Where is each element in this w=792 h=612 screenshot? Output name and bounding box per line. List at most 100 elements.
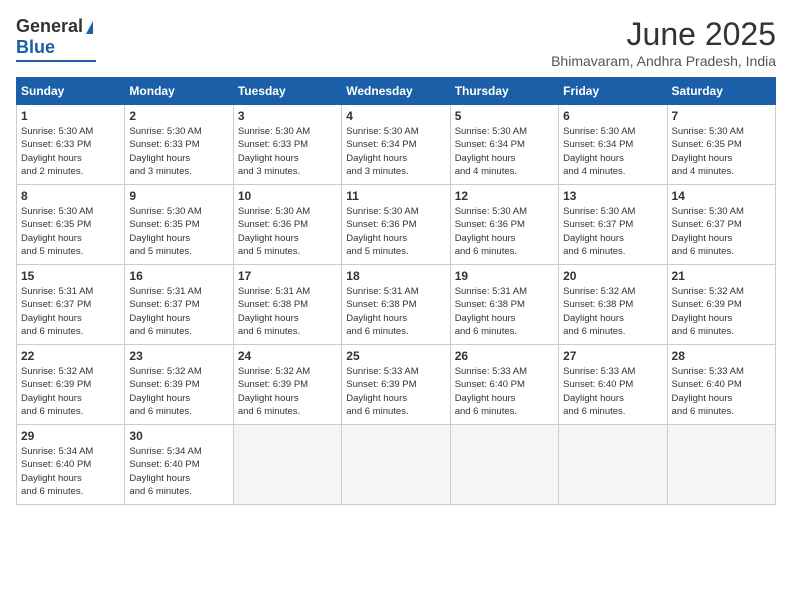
day-number: 7 xyxy=(672,109,771,123)
day-number: 30 xyxy=(129,429,228,443)
day-number: 4 xyxy=(346,109,445,123)
calendar-day-cell: 21 Sunrise: 5:32 AMSunset: 6:39 PMDayligh… xyxy=(667,265,775,345)
day-info: Sunrise: 5:34 AMSunset: 6:40 PMDaylight … xyxy=(129,445,228,498)
calendar-week-row: 22 Sunrise: 5:32 AMSunset: 6:39 PMDayligh… xyxy=(17,345,776,425)
day-number: 16 xyxy=(129,269,228,283)
day-info: Sunrise: 5:33 AMSunset: 6:40 PMDaylight … xyxy=(672,365,771,418)
location-subtitle: Bhimavaram, Andhra Pradesh, India xyxy=(551,53,776,69)
calendar-week-row: 1 Sunrise: 5:30 AMSunset: 6:33 PMDaylight… xyxy=(17,105,776,185)
calendar-day-cell: 4 Sunrise: 5:30 AMSunset: 6:34 PMDaylight… xyxy=(342,105,450,185)
calendar-day-cell: 5Sunrise: 5:30 AMSunset: 6:34 PMDaylight… xyxy=(450,105,558,185)
calendar-day-cell: 7 Sunrise: 5:30 AMSunset: 6:35 PMDaylight… xyxy=(667,105,775,185)
day-of-week-header: Tuesday xyxy=(233,78,341,105)
calendar-week-row: 8Sunrise: 5:30 AMSunset: 6:35 PMDaylight… xyxy=(17,185,776,265)
calendar-day-cell: 10 Sunrise: 5:30 AMSunset: 6:36 PMDayligh… xyxy=(233,185,341,265)
calendar-day-cell: 15 Sunrise: 5:31 AMSunset: 6:37 PMDayligh… xyxy=(17,265,125,345)
calendar-day-cell: 25 Sunrise: 5:33 AMSunset: 6:39 PMDayligh… xyxy=(342,345,450,425)
day-info: Sunrise: 5:33 AMSunset: 6:40 PMDaylight … xyxy=(455,365,554,418)
day-number: 10 xyxy=(238,189,337,203)
day-of-week-header: Thursday xyxy=(450,78,558,105)
calendar-day-cell: 16 Sunrise: 5:31 AMSunset: 6:37 PMDayligh… xyxy=(125,265,233,345)
calendar-day-cell: 23 Sunrise: 5:32 AMSunset: 6:39 PMDayligh… xyxy=(125,345,233,425)
day-number: 21 xyxy=(672,269,771,283)
day-number: 17 xyxy=(238,269,337,283)
day-info: Sunrise: 5:31 AMSunset: 6:38 PMDaylight … xyxy=(346,285,445,338)
calendar-day-cell: 19Sunrise: 5:31 AMSunset: 6:38 PMDayligh… xyxy=(450,265,558,345)
calendar-day-cell: 28 Sunrise: 5:33 AMSunset: 6:40 PMDayligh… xyxy=(667,345,775,425)
calendar-week-row: 29 Sunrise: 5:34 AMSunset: 6:40 PMDayligh… xyxy=(17,425,776,505)
day-number: 23 xyxy=(129,349,228,363)
calendar-day-cell: 12Sunrise: 5:30 AMSunset: 6:36 PMDayligh… xyxy=(450,185,558,265)
day-of-week-header: Friday xyxy=(559,78,667,105)
day-number: 15 xyxy=(21,269,120,283)
calendar-day-cell: 11 Sunrise: 5:30 AMSunset: 6:36 PMDayligh… xyxy=(342,185,450,265)
calendar-day-cell: 22 Sunrise: 5:32 AMSunset: 6:39 PMDayligh… xyxy=(17,345,125,425)
logo-blue-text: Blue xyxy=(16,37,55,58)
calendar-day-cell xyxy=(342,425,450,505)
page-header: General Blue June 2025 Bhimavaram, Andhr… xyxy=(16,16,776,69)
day-of-week-header: Sunday xyxy=(17,78,125,105)
logo-general-text: General xyxy=(16,16,83,37)
day-number: 8 xyxy=(21,189,120,203)
calendar-day-cell: 29 Sunrise: 5:34 AMSunset: 6:40 PMDayligh… xyxy=(17,425,125,505)
day-info: Sunrise: 5:30 AMSunset: 6:36 PMDaylight … xyxy=(238,205,337,258)
day-info: Sunrise: 5:30 AMSunset: 6:35 PMDaylight … xyxy=(672,125,771,178)
day-number: 2 xyxy=(129,109,228,123)
day-info: Sunrise: 5:30 AMSunset: 6:33 PMDaylight … xyxy=(238,125,337,178)
day-number: 20 xyxy=(563,269,662,283)
calendar-day-cell xyxy=(450,425,558,505)
calendar-day-cell: 27Sunrise: 5:33 AMSunset: 6:40 PMDayligh… xyxy=(559,345,667,425)
day-number: 1 xyxy=(21,109,120,123)
day-info: Sunrise: 5:32 AMSunset: 6:39 PMDaylight … xyxy=(129,365,228,418)
day-info: Sunrise: 5:32 AMSunset: 6:38 PMDaylight … xyxy=(563,285,662,338)
day-info: Sunrise: 5:30 AMSunset: 6:36 PMDaylight … xyxy=(346,205,445,258)
calendar-day-cell: 20 Sunrise: 5:32 AMSunset: 6:38 PMDayligh… xyxy=(559,265,667,345)
month-year-title: June 2025 xyxy=(551,16,776,53)
day-info: Sunrise: 5:34 AMSunset: 6:40 PMDaylight … xyxy=(21,445,120,498)
calendar-day-cell xyxy=(233,425,341,505)
day-info: Sunrise: 5:30 AMSunset: 6:34 PMDaylight … xyxy=(346,125,445,178)
calendar-week-row: 15 Sunrise: 5:31 AMSunset: 6:37 PMDayligh… xyxy=(17,265,776,345)
day-info: Sunrise: 5:30 AMSunset: 6:34 PMDaylight … xyxy=(455,125,554,178)
calendar-day-cell: 9Sunrise: 5:30 AMSunset: 6:35 PMDaylight… xyxy=(125,185,233,265)
day-number: 25 xyxy=(346,349,445,363)
day-info: Sunrise: 5:30 AMSunset: 6:33 PMDaylight … xyxy=(129,125,228,178)
calendar-day-cell: 2 Sunrise: 5:30 AMSunset: 6:33 PMDaylight… xyxy=(125,105,233,185)
day-info: Sunrise: 5:33 AMSunset: 6:40 PMDaylight … xyxy=(563,365,662,418)
day-number: 26 xyxy=(455,349,554,363)
calendar-day-cell: 6Sunrise: 5:30 AMSunset: 6:34 PMDaylight… xyxy=(559,105,667,185)
logo: General Blue xyxy=(16,16,96,62)
day-info: Sunrise: 5:31 AMSunset: 6:38 PMDaylight … xyxy=(238,285,337,338)
calendar-day-cell: 1 Sunrise: 5:30 AMSunset: 6:33 PMDaylight… xyxy=(17,105,125,185)
day-info: Sunrise: 5:31 AMSunset: 6:37 PMDaylight … xyxy=(129,285,228,338)
day-number: 14 xyxy=(672,189,771,203)
day-info: Sunrise: 5:30 AMSunset: 6:33 PMDaylight … xyxy=(21,125,120,178)
day-of-week-header: Monday xyxy=(125,78,233,105)
day-number: 3 xyxy=(238,109,337,123)
calendar-table: SundayMondayTuesdayWednesdayThursdayFrid… xyxy=(16,77,776,505)
day-number: 13 xyxy=(563,189,662,203)
day-number: 11 xyxy=(346,189,445,203)
day-info: Sunrise: 5:31 AMSunset: 6:37 PMDaylight … xyxy=(21,285,120,338)
calendar-day-cell: 30 Sunrise: 5:34 AMSunset: 6:40 PMDayligh… xyxy=(125,425,233,505)
calendar-day-cell: 24 Sunrise: 5:32 AMSunset: 6:39 PMDayligh… xyxy=(233,345,341,425)
title-section: June 2025 Bhimavaram, Andhra Pradesh, In… xyxy=(551,16,776,69)
day-info: Sunrise: 5:30 AMSunset: 6:37 PMDaylight … xyxy=(672,205,771,258)
calendar-day-cell: 26 Sunrise: 5:33 AMSunset: 6:40 PMDayligh… xyxy=(450,345,558,425)
day-number: 6 xyxy=(563,109,662,123)
day-info: Sunrise: 5:32 AMSunset: 6:39 PMDaylight … xyxy=(21,365,120,418)
calendar-day-cell xyxy=(559,425,667,505)
day-number: 18 xyxy=(346,269,445,283)
day-info: Sunrise: 5:32 AMSunset: 6:39 PMDaylight … xyxy=(238,365,337,418)
day-number: 24 xyxy=(238,349,337,363)
calendar-day-cell: 3 Sunrise: 5:30 AMSunset: 6:33 PMDaylight… xyxy=(233,105,341,185)
calendar-day-cell: 8Sunrise: 5:30 AMSunset: 6:35 PMDaylight… xyxy=(17,185,125,265)
day-number: 29 xyxy=(21,429,120,443)
day-number: 28 xyxy=(672,349,771,363)
day-info: Sunrise: 5:33 AMSunset: 6:39 PMDaylight … xyxy=(346,365,445,418)
calendar-day-cell: 17 Sunrise: 5:31 AMSunset: 6:38 PMDayligh… xyxy=(233,265,341,345)
day-number: 22 xyxy=(21,349,120,363)
calendar-day-cell: 13Sunrise: 5:30 AMSunset: 6:37 PMDayligh… xyxy=(559,185,667,265)
calendar-day-cell xyxy=(667,425,775,505)
day-info: Sunrise: 5:32 AMSunset: 6:39 PMDaylight … xyxy=(672,285,771,338)
